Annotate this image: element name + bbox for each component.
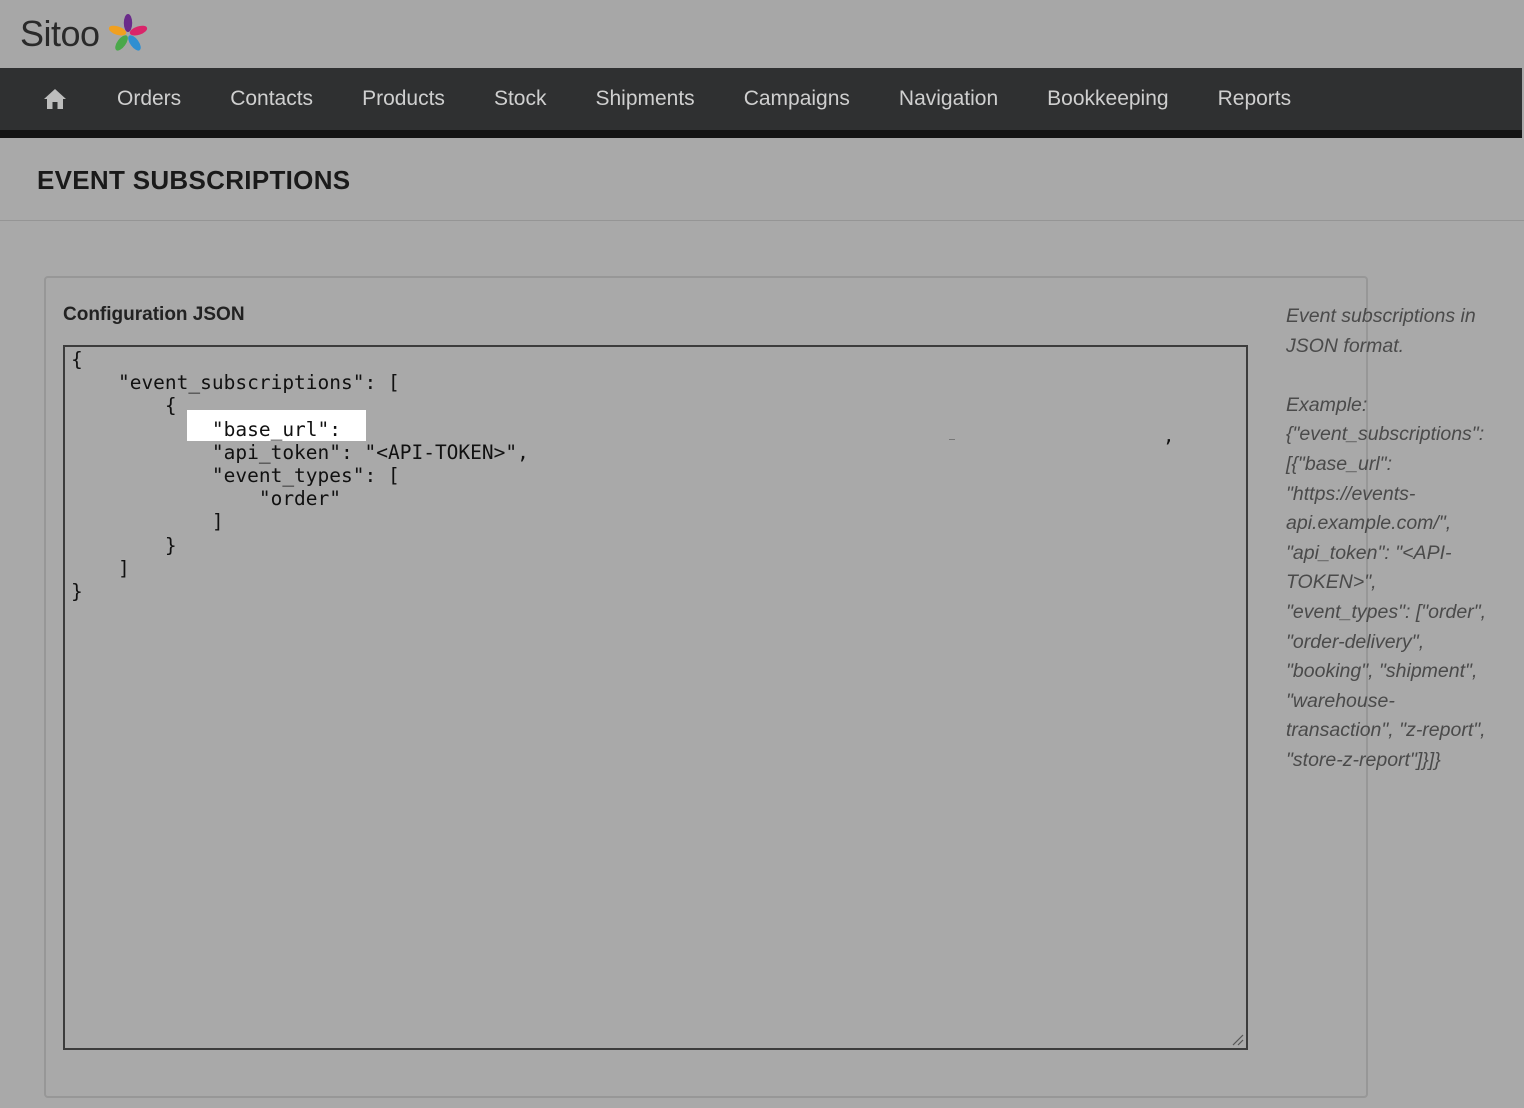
nav-item-orders[interactable]: Orders (117, 87, 181, 111)
help-example-label: Example: (1286, 393, 1368, 416)
help-description: Event subscriptions in JSON format. (1286, 305, 1476, 357)
nav-item-products[interactable]: Products (362, 87, 445, 111)
main-nav: Orders Contacts Products Stock Shipments… (0, 68, 1522, 138)
help-example-value: {"event_subscriptions": [{"base_url": "h… (1286, 423, 1487, 771)
nav-item-campaigns[interactable]: Campaigns (744, 87, 850, 111)
nav-item-navigation[interactable]: Navigation (899, 87, 998, 111)
config-panel: Configuration JSON { "event_subscription… (44, 276, 1368, 1098)
help-spacer (1286, 361, 1501, 391)
nav-item-contacts[interactable]: Contacts (230, 87, 313, 111)
nav-item-stock[interactable]: Stock (494, 87, 547, 111)
flower-star-icon (108, 14, 147, 51)
config-json-textarea[interactable]: { "event_subscriptions": [ { "base_url":… (63, 345, 1248, 1050)
nav-item-reports[interactable]: Reports (1218, 87, 1292, 111)
stray-mark (949, 439, 955, 440)
page-header: EVENT SUBSCRIPTIONS (0, 138, 1524, 221)
page-title: EVENT SUBSCRIPTIONS (37, 165, 351, 195)
home-icon[interactable] (42, 86, 68, 112)
resize-grip-icon[interactable] (1230, 1032, 1244, 1046)
brand-name: Sitoo (20, 13, 100, 54)
nav-item-bookkeeping[interactable]: Bookkeeping (1047, 87, 1168, 111)
config-json-label: Configuration JSON (63, 304, 245, 325)
stray-comma: , (1163, 425, 1175, 447)
config-json-value[interactable]: { "event_subscriptions": [ { "base_url":… (65, 348, 529, 603)
page: Sitoo Orders Contacts Products Stock Shi… (0, 0, 1524, 1108)
nav-item-shipments[interactable]: Shipments (595, 87, 694, 111)
logo-bar: Sitoo (0, 0, 1524, 68)
brand-logo[interactable]: Sitoo (20, 12, 150, 56)
help-text: Event subscriptions in JSON format. Exam… (1286, 302, 1501, 776)
